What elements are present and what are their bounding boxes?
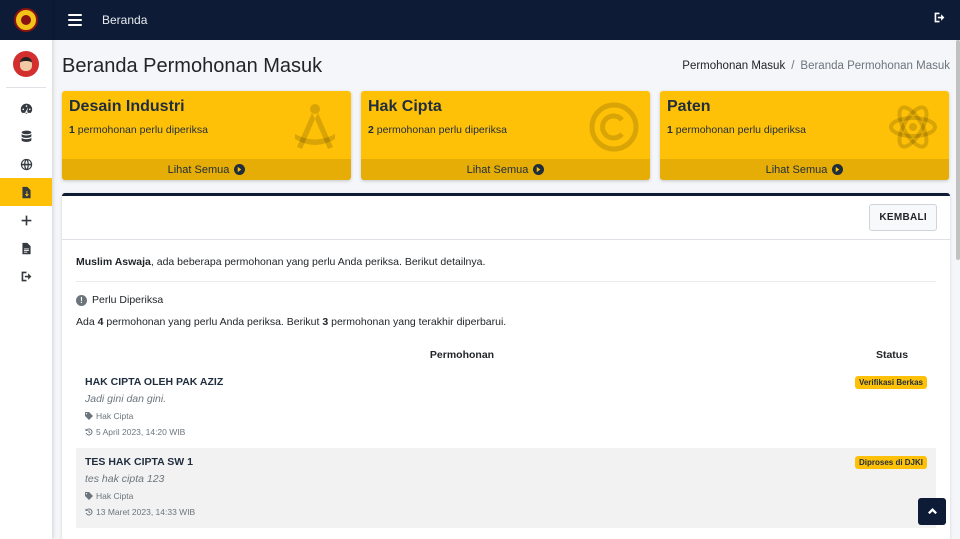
box-desc-text: permohonan perlu diperiksa [77,124,208,136]
brand-logo-area[interactable] [0,0,52,40]
section-title: Perlu Diperiksa [92,294,164,306]
breadcrumb-link-permohonan-masuk[interactable]: Permohonan Masuk [682,60,785,72]
dashboard-icon [20,103,32,114]
row-content: HAK CIPTA OLEH PAK AZIZ Jadi gini dan gi… [85,376,223,442]
row-title[interactable]: TES HAK CIPTA SW 1 [85,456,195,468]
emblem-logo [14,8,38,32]
user-panel [6,40,46,88]
arrow-circle-right-icon [533,164,545,175]
tag-icon [85,492,93,500]
row-date-label: 13 Maret 2023, 14:33 WIB [96,507,196,517]
row-date-label: 5 April 2023, 14:20 WIB [96,427,186,437]
sidebar-item-logout[interactable] [0,262,52,290]
avatar[interactable] [13,50,39,77]
topbar-logout-button[interactable] [933,11,946,29]
row-category: Hak Cipta [85,491,195,501]
table-header: Permohonan Status [76,342,936,368]
card-body: Muslim Aswaja, ada beberapa permohonan y… [62,240,950,528]
sidebar-item-dashboard[interactable] [0,94,52,122]
main-content: Beranda Permohonan Masuk Permohonan Masu… [52,40,960,539]
summary-boxes: Desain Industri 1 permohonan perlu diper… [62,91,950,180]
sidebar-item-document[interactable] [0,234,52,262]
copyright-icon [589,102,639,152]
card-header: KEMBALI [62,196,950,240]
status-badge: Verifikasi Berkas [854,376,927,389]
row-subtitle: tes hak cipta 123 [85,473,165,485]
content-header: Beranda Permohonan Masuk Permohonan Masu… [62,40,950,90]
tag-icon [85,412,93,420]
box-count: 2 [368,124,374,136]
box-desain-industri: Desain Industri 1 permohonan perlu diper… [62,91,351,180]
sidebar-item-permohonan-masuk[interactable] [0,178,52,206]
row-category-label: Hak Cipta [96,411,134,421]
intro-message: , ada beberapa permohonan yang perlu And… [150,256,486,268]
box-footer-label: Lihat Semua [765,163,828,176]
box-footer-link[interactable]: Lihat Semua [361,159,650,180]
file-download-icon [21,186,31,198]
history-icon [85,508,93,516]
box-footer-label: Lihat Semua [466,163,529,176]
row-subtitle: Jadi gini dan gini. [85,393,167,405]
history-icon [85,428,93,436]
box-count: 1 [69,124,75,136]
sidebar-item-add[interactable] [0,206,52,234]
topbar: Beranda [52,0,960,40]
box-paten: Paten 1 permohonan perlu diperiksa Lihat… [660,91,949,180]
sidebar-item-database[interactable] [0,122,52,150]
atom-icon [889,105,937,149]
menu-toggle-icon[interactable] [68,14,82,26]
exclamation-circle-icon: ! [76,294,87,306]
permohonan-card: KEMBALI Muslim Aswaja, ada beberapa perm… [62,193,950,539]
user-name: Muslim Aswaja [76,256,151,268]
row-title[interactable]: HAK CIPTA OLEH PAK AZIZ [85,376,223,388]
arrow-circle-right-icon [832,164,844,175]
sidebar [0,0,52,539]
box-desc-text: permohonan perlu diperiksa [675,124,806,136]
arrow-circle-right-icon [234,164,246,175]
sidebar-nav [0,94,52,290]
box-hak-cipta: Hak Cipta 2 permohonan perlu diperiksa L… [361,91,650,180]
row-category-label: Hak Cipta [96,491,134,501]
logout-icon [21,271,31,281]
row-date: 5 April 2023, 14:20 WIB [85,427,223,437]
box-footer-label: Lihat Semua [167,163,230,176]
plus-icon [21,215,31,225]
breadcrumb-current: Beranda Permohonan Masuk [800,60,950,72]
back-button[interactable]: KEMBALI [869,204,937,231]
compass-icon [295,104,335,149]
logout-icon [934,12,945,23]
table-row[interactable]: TES HAK CIPTA SW 1 tes hak cipta 123 Hak… [76,448,936,528]
database-icon [21,130,31,142]
box-footer-link[interactable]: Lihat Semua [62,159,351,180]
chevron-up-icon [927,508,937,515]
sidebar-item-globe[interactable] [0,150,52,178]
section-heading: ! Perlu Diperiksa [76,294,936,306]
breadcrumb-separator: / [791,60,795,72]
breadcrumb: Permohonan Masuk / Beranda Permohonan Ma… [682,60,950,72]
table-row[interactable]: HAK CIPTA OLEH PAK AZIZ Jadi gini dan gi… [76,368,936,448]
box-desc-text: permohonan perlu diperiksa [376,124,507,136]
row-date: 13 Maret 2023, 14:33 WIB [85,507,195,517]
page-title: Beranda Permohonan Masuk [62,54,323,77]
box-footer-link[interactable]: Lihat Semua [660,159,949,180]
row-category: Hak Cipta [85,411,223,421]
globe-icon [20,158,32,170]
page-scrollbar[interactable] [956,40,960,260]
intro-text: Muslim Aswaja, ada beberapa permohonan y… [76,240,936,282]
box-count: 1 [667,124,673,136]
status-badge: Diproses di DJKI [854,456,927,469]
summary-text: Ada 4 permohonan yang perlu Anda periksa… [76,316,507,328]
file-icon [21,242,31,254]
topbar-link-beranda[interactable]: Beranda [102,13,147,27]
row-content: TES HAK CIPTA SW 1 tes hak cipta 123 Hak… [85,456,195,522]
column-header-status: Status [875,349,909,361]
column-header-permohonan: Permohonan [429,349,495,361]
scroll-to-top-button[interactable] [918,498,946,525]
